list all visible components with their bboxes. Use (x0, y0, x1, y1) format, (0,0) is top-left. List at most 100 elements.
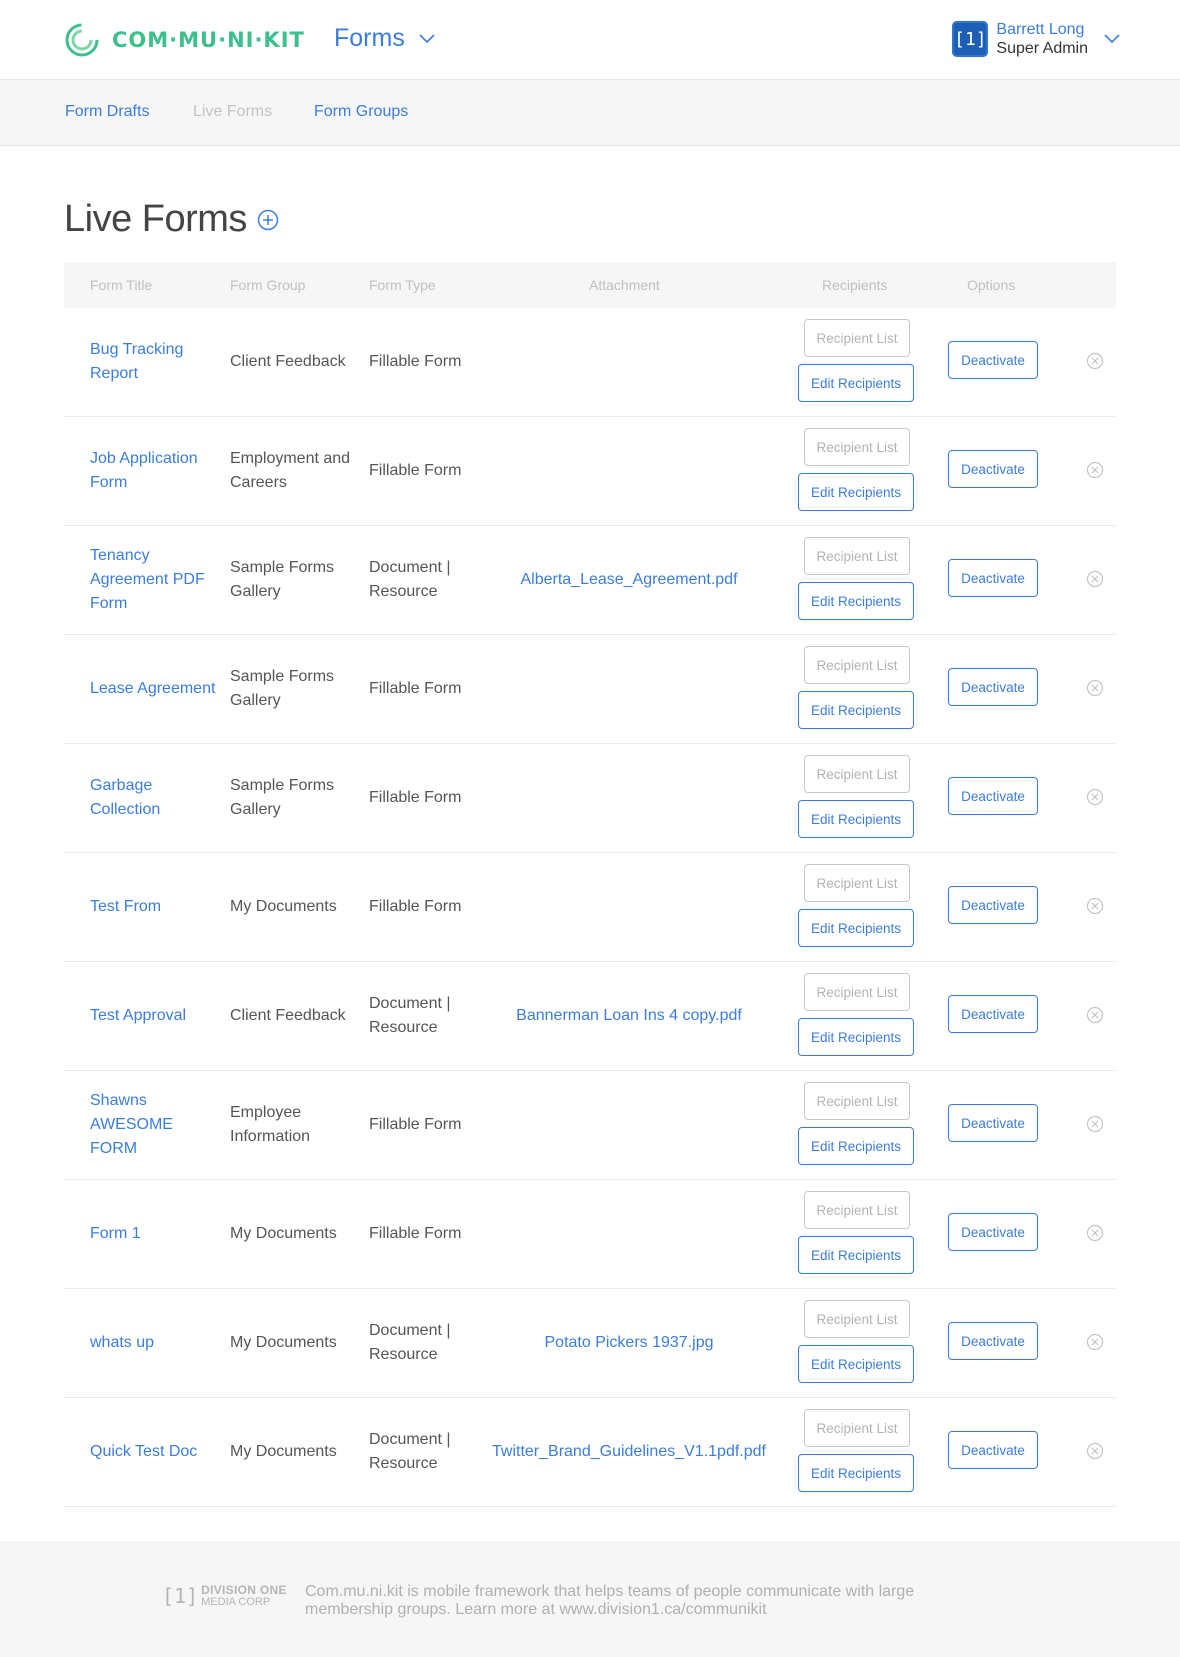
deactivate-button[interactable]: Deactivate (948, 1104, 1038, 1142)
table-row: Form 1 My Documents Fillable Form Recipient… (64, 1180, 1116, 1289)
close-circle-icon[interactable] (1086, 1224, 1104, 1242)
edit-recipients-button[interactable]: Edit Recipients (798, 909, 914, 947)
deactivate-button[interactable]: Deactivate (948, 450, 1038, 488)
form-title-link[interactable]: Shawns AWESOME FORM (90, 1089, 220, 1161)
edit-recipients-button[interactable]: Edit Recipients (798, 1454, 914, 1492)
form-group-text: Employee Information (230, 1104, 311, 1145)
division-one-mark: [1] (162, 1584, 199, 1608)
section-label: Forms (334, 24, 405, 52)
close-circle-icon[interactable] (1086, 788, 1104, 806)
division-one-logo[interactable]: [1] DIVISION ONE MEDIA CORP (162, 1584, 287, 1608)
deactivate-button[interactable]: Deactivate (948, 1322, 1038, 1360)
edit-recipients-button[interactable]: Edit Recipients (798, 582, 914, 620)
close-circle-icon[interactable] (1086, 570, 1104, 588)
close-circle-icon[interactable] (1086, 1006, 1104, 1024)
subnav-form-groups[interactable]: Form Groups (314, 103, 408, 121)
chevron-down-icon (1104, 34, 1120, 44)
edit-recipients-button[interactable]: Edit Recipients (798, 1345, 914, 1383)
close-circle-icon[interactable] (1086, 352, 1104, 370)
edit-recipients-button[interactable]: Edit Recipients (798, 691, 914, 729)
recipient-list-button[interactable]: Recipient List (804, 973, 910, 1011)
column-options: Options (967, 277, 1016, 293)
subnav-form-drafts[interactable]: Form Drafts (65, 103, 149, 121)
column-attachment: Attachment (589, 277, 660, 293)
edit-recipients-button[interactable]: Edit Recipients (798, 473, 914, 511)
footer-logo-line1: DIVISION ONE (201, 1583, 287, 1597)
edit-recipients-button[interactable]: Edit Recipients (798, 1236, 914, 1274)
close-circle-icon[interactable] (1086, 1333, 1104, 1351)
form-title-link[interactable]: Lease Agreement (90, 677, 220, 701)
attachment-link[interactable]: Twitter_Brand_Guidelines_V1.1pdf.pdf (474, 1440, 784, 1464)
recipient-list-button[interactable]: Recipient List (804, 646, 910, 684)
form-title-link[interactable]: Quick Test Doc (90, 1440, 220, 1464)
form-title-link[interactable]: Tenancy Agreement PDF Form (90, 544, 220, 616)
form-title-link[interactable]: Job Application Form (90, 447, 220, 495)
table-row: Job Application Form Employment and Caree… (64, 417, 1116, 526)
footer-description: Com.mu.ni.kit is mobile framework that h… (305, 1583, 915, 1618)
section-dropdown[interactable]: Forms (334, 24, 435, 53)
form-title-link[interactable]: Form 1 (90, 1222, 220, 1246)
footer: [1] DIVISION ONE MEDIA CORP Com.mu.ni.ki… (0, 1541, 1180, 1657)
plus-circle-icon[interactable] (257, 209, 279, 231)
recipient-list-button[interactable]: Recipient List (804, 864, 910, 902)
deactivate-button[interactable]: Deactivate (948, 777, 1038, 815)
close-circle-icon[interactable] (1086, 1115, 1104, 1133)
form-title-link[interactable]: Bug Tracking Report (90, 338, 220, 386)
recipient-list-button[interactable]: Recipient List (804, 1082, 910, 1120)
form-type-text: Fillable Form (369, 1116, 462, 1133)
attachment-link[interactable]: Bannerman Loan Ins 4 copy.pdf (474, 1004, 784, 1028)
close-circle-icon[interactable] (1086, 679, 1104, 697)
recipient-list-button[interactable]: Recipient List (804, 428, 910, 466)
table-row: Shawns AWESOME FORM Employee Information F… (64, 1071, 1116, 1180)
form-group-text: Client Feedback (230, 1007, 346, 1024)
form-group-text: My Documents (230, 898, 337, 915)
form-title-link[interactable]: whats up (90, 1331, 220, 1355)
live-forms-table: Form Title Form Group Form Type Attachme… (64, 262, 1116, 1507)
deactivate-button[interactable]: Deactivate (948, 1431, 1038, 1469)
column-form-type: Form Type (369, 277, 436, 293)
form-type-text: Fillable Form (369, 898, 462, 915)
close-circle-icon[interactable] (1086, 1442, 1104, 1460)
user-role: Super Admin (996, 40, 1088, 57)
subnav-live-forms[interactable]: Live Forms (193, 103, 272, 121)
recipient-list-button[interactable]: Recipient List (804, 755, 910, 793)
deactivate-button[interactable]: Deactivate (948, 341, 1038, 379)
close-circle-icon[interactable] (1086, 897, 1104, 915)
form-group-text: Sample Forms Gallery (230, 777, 335, 818)
recipient-list-button[interactable]: Recipient List (804, 1191, 910, 1229)
app-logo[interactable]: COM·MU·NI·KIT (64, 22, 305, 58)
edit-recipients-button[interactable]: Edit Recipients (798, 800, 914, 838)
form-group-text: My Documents (230, 1334, 337, 1351)
user-menu[interactable]: [1] Barrett Long Super Admin (952, 20, 1120, 58)
form-title-link[interactable]: Test From (90, 895, 220, 919)
deactivate-button[interactable]: Deactivate (948, 1213, 1038, 1251)
attachment-link[interactable]: Alberta_Lease_Agreement.pdf (474, 568, 784, 592)
recipient-list-button[interactable]: Recipient List (804, 319, 910, 357)
deactivate-button[interactable]: Deactivate (948, 559, 1038, 597)
form-title-link[interactable]: Test Approval (90, 1004, 220, 1028)
deactivate-button[interactable]: Deactivate (948, 886, 1038, 924)
column-form-group: Form Group (230, 277, 306, 293)
column-form-title: Form Title (90, 277, 153, 293)
form-group-text: My Documents (230, 1225, 337, 1242)
close-circle-icon[interactable] (1086, 461, 1104, 479)
attachment-link[interactable]: Potato Pickers 1937.jpg (474, 1331, 784, 1355)
deactivate-button[interactable]: Deactivate (948, 668, 1038, 706)
page-title: Live Forms (64, 198, 247, 240)
form-title-link[interactable]: Garbage Collection (90, 774, 220, 822)
form-group-text: My Documents (230, 1443, 337, 1460)
form-type-text: Fillable Form (369, 1225, 462, 1242)
form-type-text: Fillable Form (369, 353, 462, 370)
table-row: Bug Tracking Report Client Feedback Fillab… (64, 308, 1116, 417)
recipient-list-button[interactable]: Recipient List (804, 1300, 910, 1338)
logo-wordmark: COM·MU·NI·KIT (112, 28, 305, 52)
edit-recipients-button[interactable]: Edit Recipients (798, 1018, 914, 1056)
deactivate-button[interactable]: Deactivate (948, 995, 1038, 1033)
form-group-text: Sample Forms Gallery (230, 559, 335, 600)
edit-recipients-button[interactable]: Edit Recipients (798, 1127, 914, 1165)
recipient-list-button[interactable]: Recipient List (804, 537, 910, 575)
chevron-down-icon (419, 33, 435, 43)
table-row: Tenancy Agreement PDF Form Sample Forms G… (64, 526, 1116, 635)
recipient-list-button[interactable]: Recipient List (804, 1409, 910, 1447)
edit-recipients-button[interactable]: Edit Recipients (798, 364, 914, 402)
